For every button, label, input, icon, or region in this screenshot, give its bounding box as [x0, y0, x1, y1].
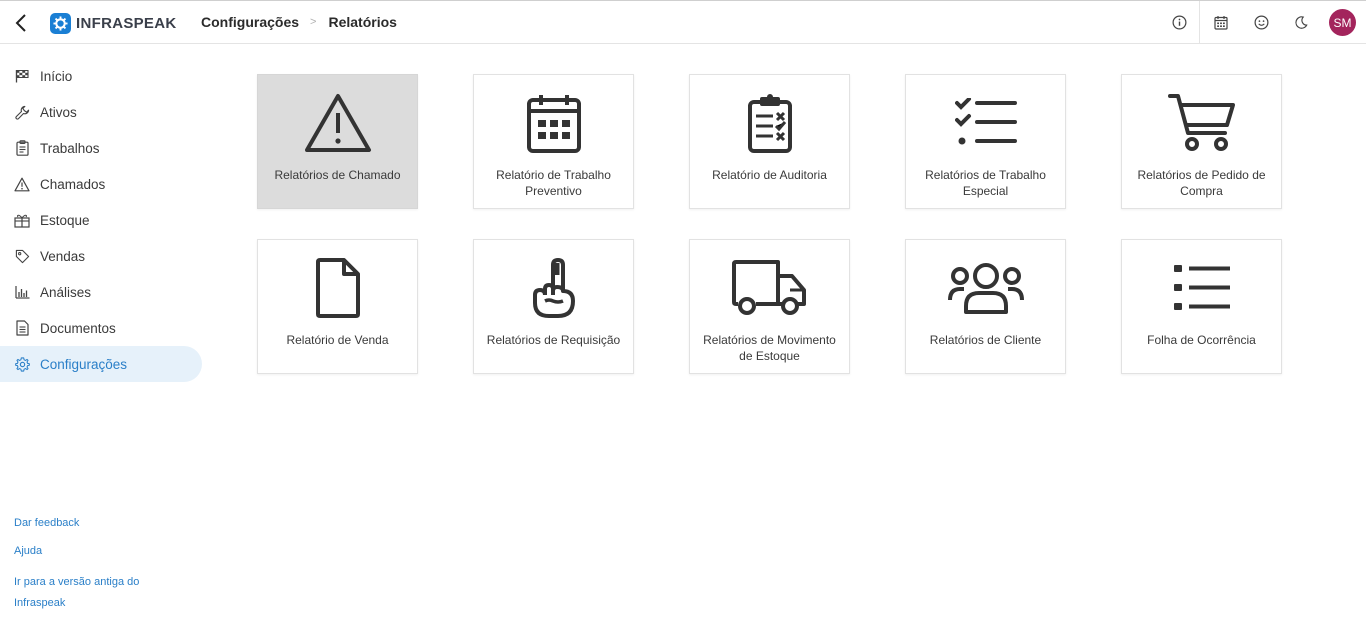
old-version-link[interactable]: Ir para a versão antiga do Infraspeak — [14, 572, 164, 614]
calendar-button[interactable] — [1201, 1, 1241, 44]
report-card-label: Relatório de Venda — [286, 333, 389, 347]
header-divider — [1199, 1, 1200, 44]
report-card-label: Relatórios de Movimento de Estoque — [703, 333, 836, 363]
calendar-icon — [526, 95, 581, 153]
app-logo[interactable]: INFRASPEAK — [50, 12, 177, 34]
report-card-label: Relatórios de Requisição — [486, 333, 621, 347]
sidebar-item-ativos[interactable]: Ativos — [0, 94, 202, 130]
breadcrumb-separator: > — [310, 16, 317, 28]
shopping-cart-icon — [1167, 94, 1235, 151]
gear-icon — [14, 356, 30, 372]
header-actions: SM — [1159, 1, 1366, 44]
sidebar-item-configuracoes[interactable]: Configurações — [0, 346, 202, 382]
report-card-label: Relatórios de Chamado — [274, 168, 401, 182]
report-card-label: Relatórios de Trabalho Especial — [925, 168, 1046, 198]
clipboard-icon — [14, 140, 30, 156]
flag-icon — [14, 68, 30, 84]
report-card-venda[interactable]: Relatório de Venda — [257, 239, 418, 374]
boxes-icon — [14, 212, 30, 228]
report-card-chamado[interactable]: Relatórios de Chamado — [257, 74, 418, 209]
report-card-label: Relatório de Auditoria — [712, 168, 827, 182]
sidebar-item-label: Análises — [40, 284, 92, 300]
back-button[interactable] — [10, 11, 32, 35]
chevron-left-icon — [15, 14, 26, 32]
moon-icon — [1295, 16, 1308, 29]
help-link[interactable]: Ajuda — [14, 544, 164, 558]
logo-text: INFRASPEAK — [76, 14, 177, 32]
breadcrumb: Configurações > Relatórios — [201, 14, 397, 30]
tag-icon — [14, 248, 30, 264]
calendar-icon — [1214, 16, 1228, 30]
warning-icon — [304, 94, 371, 152]
report-card-trabalho-preventivo[interactable]: Relatório de Trabalho Preventivo — [473, 74, 634, 209]
report-card-label: Folha de Ocorrência — [1147, 333, 1256, 347]
sidebar-item-label: Trabalhos — [40, 140, 100, 156]
sidebar-item-label: Início — [40, 68, 73, 84]
sidebar-item-documentos[interactable]: Documentos — [0, 310, 202, 346]
report-card-label: Relatório de Trabalho Preventivo — [496, 168, 611, 198]
breadcrumb-relatorios: Relatórios — [328, 14, 397, 30]
sidebar-item-chamados[interactable]: Chamados — [0, 166, 202, 202]
avatar[interactable]: SM — [1329, 9, 1356, 36]
sidebar-item-label: Estoque — [40, 212, 90, 228]
sidebar-footer: Dar feedback Ajuda Ir para a versão anti… — [14, 516, 164, 625]
hand-pointing-icon — [532, 258, 575, 318]
list-icon — [1173, 265, 1230, 310]
feedback-button[interactable] — [1241, 1, 1281, 44]
top-header: INFRASPEAK Configurações > Relatórios SM — [0, 0, 1366, 44]
report-card-label: Relatórios de Pedido de Compra — [1137, 168, 1266, 198]
checklist-icon — [954, 98, 1017, 145]
file-icon — [315, 258, 360, 318]
dark-mode-button[interactable] — [1281, 1, 1321, 44]
sidebar: Início Ativos Trabalhos Chamados Estoque… — [0, 58, 203, 382]
report-card-pedido-compra[interactable]: Relatórios de Pedido de Compra — [1121, 74, 1282, 209]
warning-icon — [14, 176, 30, 192]
sidebar-item-label: Documentos — [40, 320, 116, 336]
users-icon — [947, 263, 1024, 314]
bar-chart-icon — [14, 284, 30, 300]
document-icon — [14, 320, 30, 336]
report-card-folha-ocorrencia[interactable]: Folha de Ocorrência — [1121, 239, 1282, 374]
feedback-link[interactable]: Dar feedback — [14, 516, 164, 530]
sidebar-item-estoque[interactable]: Estoque — [0, 202, 202, 238]
sidebar-item-label: Vendas — [40, 248, 86, 264]
wrench-icon — [14, 104, 30, 120]
info-button[interactable] — [1159, 1, 1199, 44]
audit-clipboard-icon — [747, 94, 792, 153]
report-card-auditoria[interactable]: Relatório de Auditoria — [689, 74, 850, 209]
sidebar-item-analises[interactable]: Análises — [0, 274, 202, 310]
sidebar-item-label: Ativos — [40, 104, 77, 120]
report-card-requisicao[interactable]: Relatórios de Requisição — [473, 239, 634, 374]
smiley-icon — [1254, 15, 1268, 30]
sidebar-item-vendas[interactable]: Vendas — [0, 238, 202, 274]
report-card-cliente[interactable]: Relatórios de Cliente — [905, 239, 1066, 374]
info-icon — [1172, 15, 1186, 30]
sidebar-item-label: Chamados — [40, 176, 106, 192]
report-card-trabalho-especial[interactable]: Relatórios de Trabalho Especial — [905, 74, 1066, 209]
breadcrumb-configuracoes[interactable]: Configurações — [201, 14, 299, 30]
sidebar-item-inicio[interactable]: Início — [0, 58, 202, 94]
sidebar-item-label: Configurações — [40, 356, 128, 372]
sidebar-item-trabalhos[interactable]: Trabalhos — [0, 130, 202, 166]
logo-icon — [50, 12, 71, 34]
report-card-label: Relatórios de Cliente — [929, 333, 1042, 347]
report-card-movimento-estoque[interactable]: Relatórios de Movimento de Estoque — [689, 239, 850, 374]
truck-icon — [731, 260, 806, 315]
